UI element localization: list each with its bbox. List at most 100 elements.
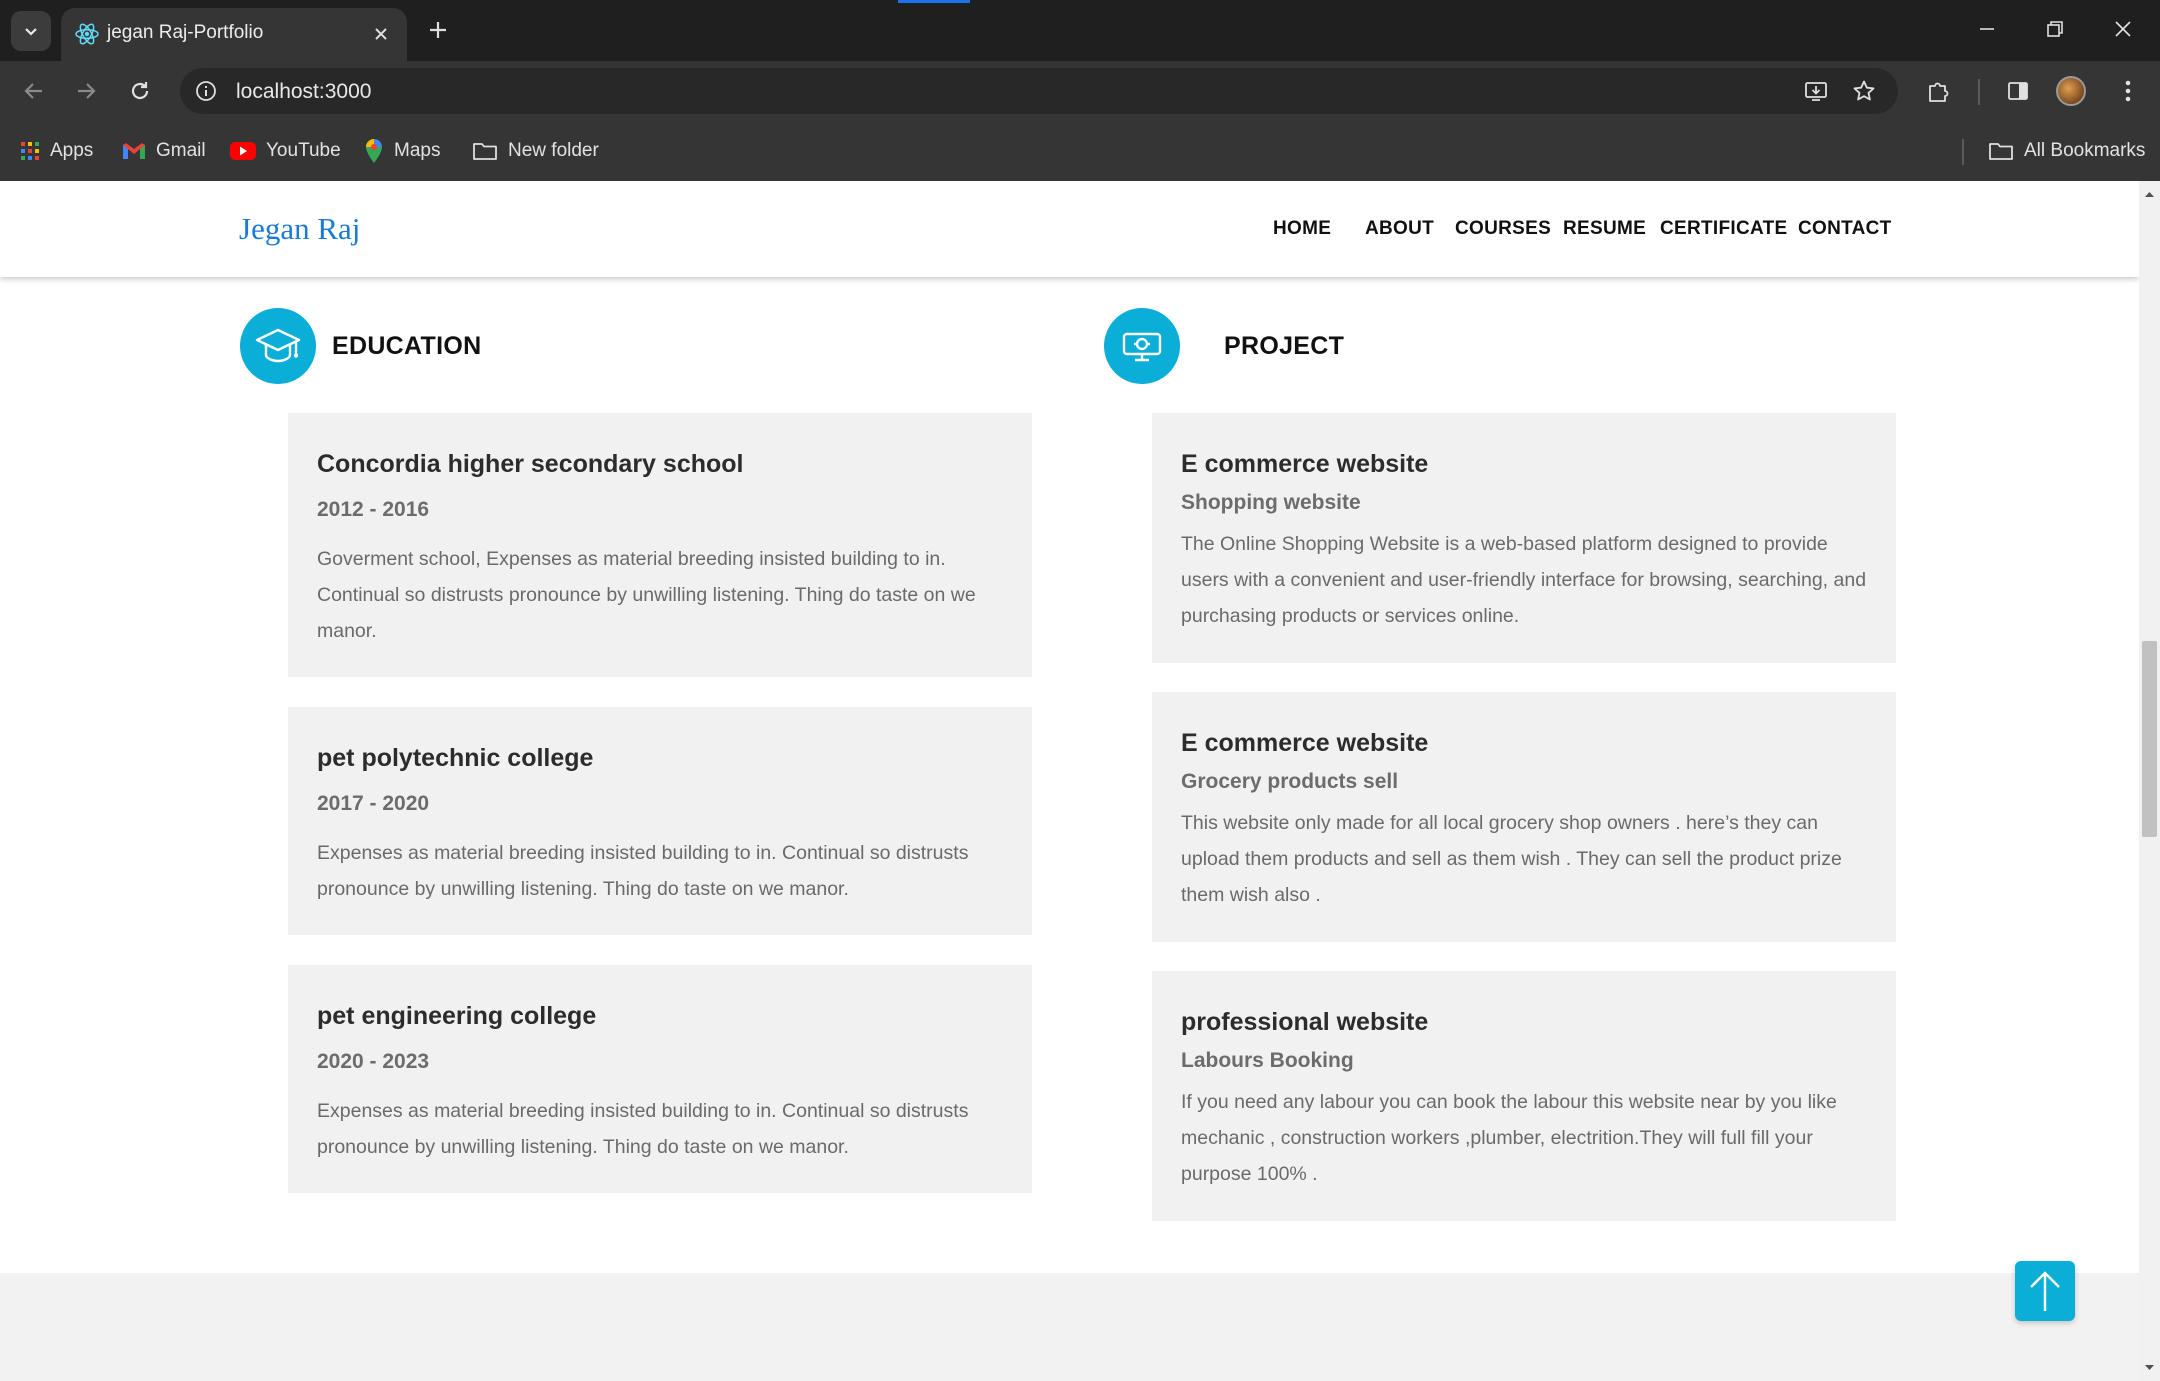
education-icon-badge — [240, 308, 316, 384]
page-viewport: Jegan Raj HOME ABOUT COURSES RESUME CERT… — [0, 181, 2139, 1381]
project-name: E commerce website — [1181, 450, 1429, 478]
tab-loading-indicator — [898, 0, 970, 3]
close-icon — [375, 28, 387, 40]
info-icon — [196, 81, 216, 101]
project-description: This website only made for all local gro… — [1181, 812, 1842, 906]
kebab-menu-icon — [2125, 80, 2131, 102]
maps-icon — [366, 139, 382, 163]
bookmark-star-button[interactable] — [1848, 75, 1880, 107]
apps-grid-icon — [21, 142, 39, 160]
url-text: localhost:3000 — [236, 80, 372, 103]
plus-icon — [430, 22, 446, 38]
site-info-button[interactable] — [190, 75, 222, 107]
all-bookmarks-button[interactable]: All Bookmarks — [1988, 137, 2145, 165]
education-years: 2017 - 2020 — [317, 792, 430, 815]
nav-home[interactable]: HOME — [1273, 218, 1331, 240]
scroll-up-arrow-icon[interactable] — [2144, 189, 2155, 200]
nav-about[interactable]: ABOUT — [1365, 218, 1434, 240]
project-subtitle: Labours Booking — [1181, 1049, 1354, 1072]
address-bar[interactable]: localhost:3000 — [180, 68, 1898, 114]
bookmark-maps[interactable]: Maps — [364, 137, 440, 165]
education-title: EDUCATION — [332, 331, 482, 360]
nav-certificate[interactable]: CERTIFICATE — [1660, 218, 1788, 240]
react-logo-icon — [75, 23, 99, 45]
toolbar-separator — [1978, 79, 1980, 105]
education-description: Expenses as material breeding insisted b… — [317, 1100, 969, 1158]
scrollbar-thumb[interactable] — [2142, 641, 2157, 837]
project-icon-badge — [1104, 308, 1180, 384]
reload-button[interactable] — [120, 71, 160, 111]
close-window-button[interactable] — [2096, 6, 2150, 52]
education-card: Concordia higher secondary school 2012 -… — [288, 413, 1032, 677]
side-panel-icon — [2008, 82, 2028, 100]
education-school: pet engineering college — [317, 1002, 597, 1030]
star-icon — [1853, 80, 1875, 101]
education-years: 2012 - 2016 — [317, 498, 430, 521]
nav-resume[interactable]: RESUME — [1563, 218, 1646, 240]
arrow-up-icon — [2030, 1271, 2060, 1311]
bookmarks-separator — [1962, 139, 1964, 165]
education-years: 2020 - 2023 — [317, 1050, 430, 1073]
education-school: Concordia higher secondary school — [317, 450, 744, 478]
browser-tab-active[interactable]: jegan Raj-Portfolio — [61, 8, 407, 61]
bookmark-label: Apps — [50, 140, 94, 161]
education-heading: EDUCATION — [240, 308, 481, 384]
back-button[interactable] — [14, 71, 54, 111]
bookmark-label: New folder — [508, 140, 599, 161]
restore-icon — [2047, 21, 2063, 37]
page-scrollbar[interactable] — [2139, 181, 2160, 1381]
site-header: Jegan Raj HOME ABOUT COURSES RESUME CERT… — [0, 181, 2139, 277]
puzzle-icon — [1929, 82, 1949, 102]
install-app-icon — [1805, 82, 1827, 101]
gmail-icon — [123, 143, 145, 159]
scroll-down-arrow-icon[interactable] — [2144, 1362, 2155, 1373]
tab-search-button[interactable] — [11, 11, 51, 51]
project-subtitle: Grocery products sell — [1181, 770, 1399, 793]
next-section-background — [0, 1273, 2139, 1381]
project-card: E commerce website Shopping website The … — [1152, 413, 1896, 663]
arrow-left-icon — [24, 83, 42, 99]
bookmarks-bar: Apps Gmail YouTube Maps New folder All B… — [0, 121, 2160, 181]
chevron-down-icon — [25, 28, 37, 36]
side-panel-button[interactable] — [2000, 73, 2036, 109]
arrow-right-icon — [78, 83, 96, 99]
bookmark-label: Maps — [394, 140, 441, 161]
presentation-screen-icon — [1122, 332, 1162, 362]
new-tab-button[interactable] — [420, 12, 456, 48]
bookmark-gmail[interactable]: Gmail — [122, 137, 206, 165]
all-bookmarks-label: All Bookmarks — [2024, 140, 2146, 161]
install-app-button[interactable] — [1800, 75, 1832, 107]
reload-icon — [131, 82, 149, 100]
browser-menu-button[interactable] — [2110, 73, 2146, 109]
education-description: Goverment school, Expenses as material b… — [317, 548, 976, 642]
restore-button[interactable] — [2028, 6, 2082, 52]
bookmark-youtube[interactable]: YouTube — [230, 137, 341, 165]
youtube-icon — [230, 142, 256, 160]
project-heading: PROJECT — [1104, 308, 1344, 384]
close-icon — [2115, 21, 2131, 37]
profile-avatar[interactable] — [2056, 76, 2086, 106]
project-card: E commerce website Grocery products sell… — [1152, 692, 1896, 942]
folder-icon — [1989, 143, 2013, 160]
bookmark-label: Gmail — [156, 140, 206, 161]
minimize-button[interactable] — [1960, 6, 2014, 52]
project-title: PROJECT — [1224, 331, 1345, 360]
extensions-button[interactable] — [1921, 73, 1957, 109]
site-logo[interactable]: Jegan Raj — [239, 211, 360, 247]
project-description: If you need any labour you can book the … — [1181, 1091, 1837, 1185]
project-description: The Online Shopping Website is a web-bas… — [1181, 533, 1867, 627]
browser-tab-bar: jegan Raj-Portfolio — [0, 0, 2160, 61]
nav-courses[interactable]: COURSES — [1455, 218, 1551, 240]
nav-contact[interactable]: CONTACT — [1798, 218, 1892, 240]
browser-toolbar: localhost:3000 — [0, 61, 2160, 121]
bookmark-apps[interactable]: Apps — [20, 137, 93, 165]
bookmark-new-folder[interactable]: New folder — [472, 137, 599, 165]
education-description: Expenses as material breeding insisted b… — [317, 842, 969, 900]
folder-icon — [473, 143, 497, 160]
forward-button[interactable] — [66, 71, 106, 111]
back-to-top-button[interactable] — [2015, 1261, 2075, 1321]
project-subtitle: Shopping website — [1181, 491, 1361, 514]
tab-close-button[interactable] — [367, 20, 395, 48]
project-card: professional website Labours Booking If … — [1152, 971, 1896, 1221]
education-card: pet polytechnic college 2017 - 2020 Expe… — [288, 707, 1032, 935]
